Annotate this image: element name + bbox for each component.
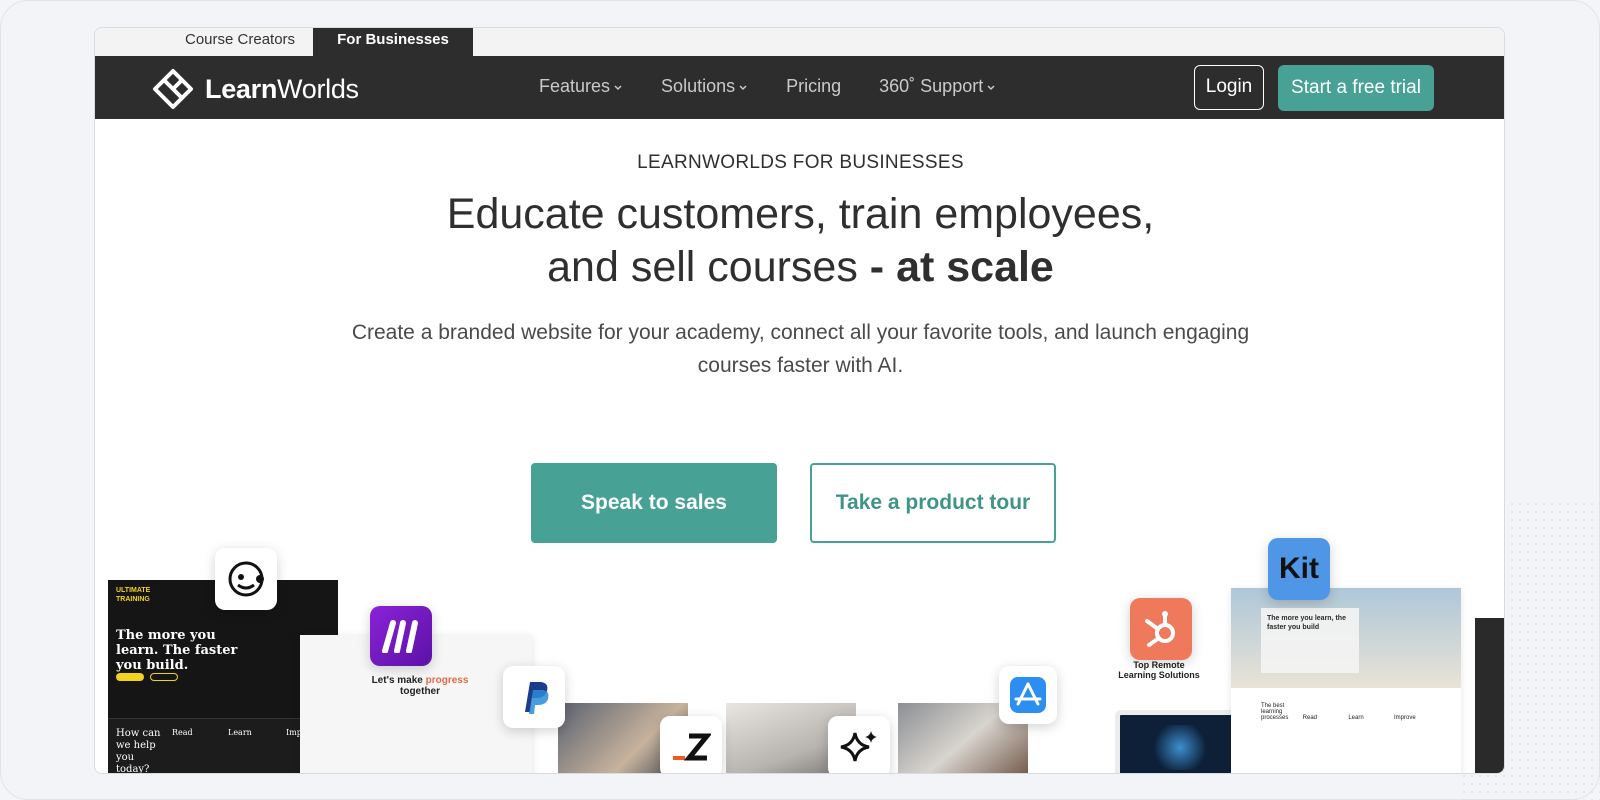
logo-word-worlds: Worlds — [277, 73, 359, 104]
app-store-icon — [999, 666, 1057, 724]
browser-frame: Course Creators For Businesses LearnWorl… — [94, 27, 1505, 774]
headline-emphasis: - at scale — [869, 243, 1054, 291]
construction-columns: The best learning processes Read Learn I… — [1261, 703, 1416, 721]
training-question: How can we help you today? — [116, 728, 161, 774]
main-navbar: LearnWorlds Features Solutions Pricing 3… — [95, 56, 1504, 119]
learnworlds-logo[interactable]: LearnWorlds — [151, 68, 359, 110]
chevron-down-icon — [987, 84, 995, 90]
training-tag: ULTIMATE TRAINING — [116, 587, 151, 603]
make-icon — [370, 606, 432, 666]
nav-label: Features — [539, 76, 611, 96]
nav-label: 360˚ Support — [879, 76, 984, 96]
sparkle-ai-icon — [828, 716, 890, 773]
headline-line-1: Educate customers, train employees, — [446, 190, 1155, 238]
hero-headline: Educate customers, train employees, and … — [95, 188, 1504, 294]
kit-icon: Kit — [1268, 538, 1330, 600]
zapier-icon — [660, 716, 722, 773]
logo-wordmark: LearnWorlds — [205, 74, 359, 105]
nav-item-pricing[interactable]: Pricing — [786, 76, 841, 97]
training-headline: The more you learn. The faster you build… — [116, 628, 238, 673]
training-col: Read — [172, 728, 193, 737]
mailchimp-icon — [215, 548, 277, 610]
tab-for-businesses[interactable]: For Businesses — [313, 28, 473, 56]
training-pill-button — [116, 673, 144, 681]
dark-side-card — [1475, 618, 1504, 773]
training-col: Learn — [228, 728, 252, 737]
hero-eyebrow: LEARNWORLDS FOR BUSINESSES — [637, 152, 964, 173]
integrations-collage: ULTIMATE TRAINING The more you learn. The… — [95, 538, 1504, 774]
progress-headline: Let's make progress together — [371, 675, 469, 697]
headline-line-2: and sell courses — [547, 243, 870, 291]
nav-links: Features Solutions Pricing 360˚ Support — [539, 76, 1034, 97]
hero-section: LEARNWORLDS FOR BUSINESSES Educate custo… — [95, 119, 1504, 382]
start-free-trial-button[interactable]: Start a free trial — [1278, 65, 1434, 111]
laptop-screen — [1115, 710, 1243, 773]
login-button[interactable]: Login — [1194, 65, 1264, 110]
hubspot-icon — [1130, 598, 1192, 660]
solutions-title: Top Remote Learning Solutions — [1118, 660, 1200, 680]
audience-tabbar: Course Creators For Businesses — [95, 28, 1504, 56]
tab-course-creators[interactable]: Course Creators — [171, 28, 309, 56]
hero-subtitle: Create a branded website for your academ… — [351, 321, 1250, 377]
product-tour-button[interactable]: Take a product tour — [810, 463, 1056, 543]
nav-item-solutions[interactable]: Solutions — [661, 76, 748, 97]
nav-label: Solutions — [661, 76, 736, 96]
chevron-down-icon — [739, 84, 747, 90]
logo-word-learn: Learn — [205, 73, 278, 104]
chevron-down-icon — [614, 84, 622, 90]
speak-to-sales-button[interactable]: Speak to sales — [531, 463, 777, 543]
paypal-icon — [503, 666, 565, 728]
learnworlds-logo-icon — [153, 69, 193, 109]
training-pill-button — [150, 673, 178, 681]
nav-label: Pricing — [786, 76, 842, 96]
nav-item-support[interactable]: 360˚ Support — [879, 76, 996, 97]
construction-hero-box: The more you learn, the faster you build — [1261, 608, 1359, 673]
construction-site-card: The more you learn, the faster you build… — [1231, 588, 1461, 773]
nav-item-features[interactable]: Features — [539, 76, 623, 97]
